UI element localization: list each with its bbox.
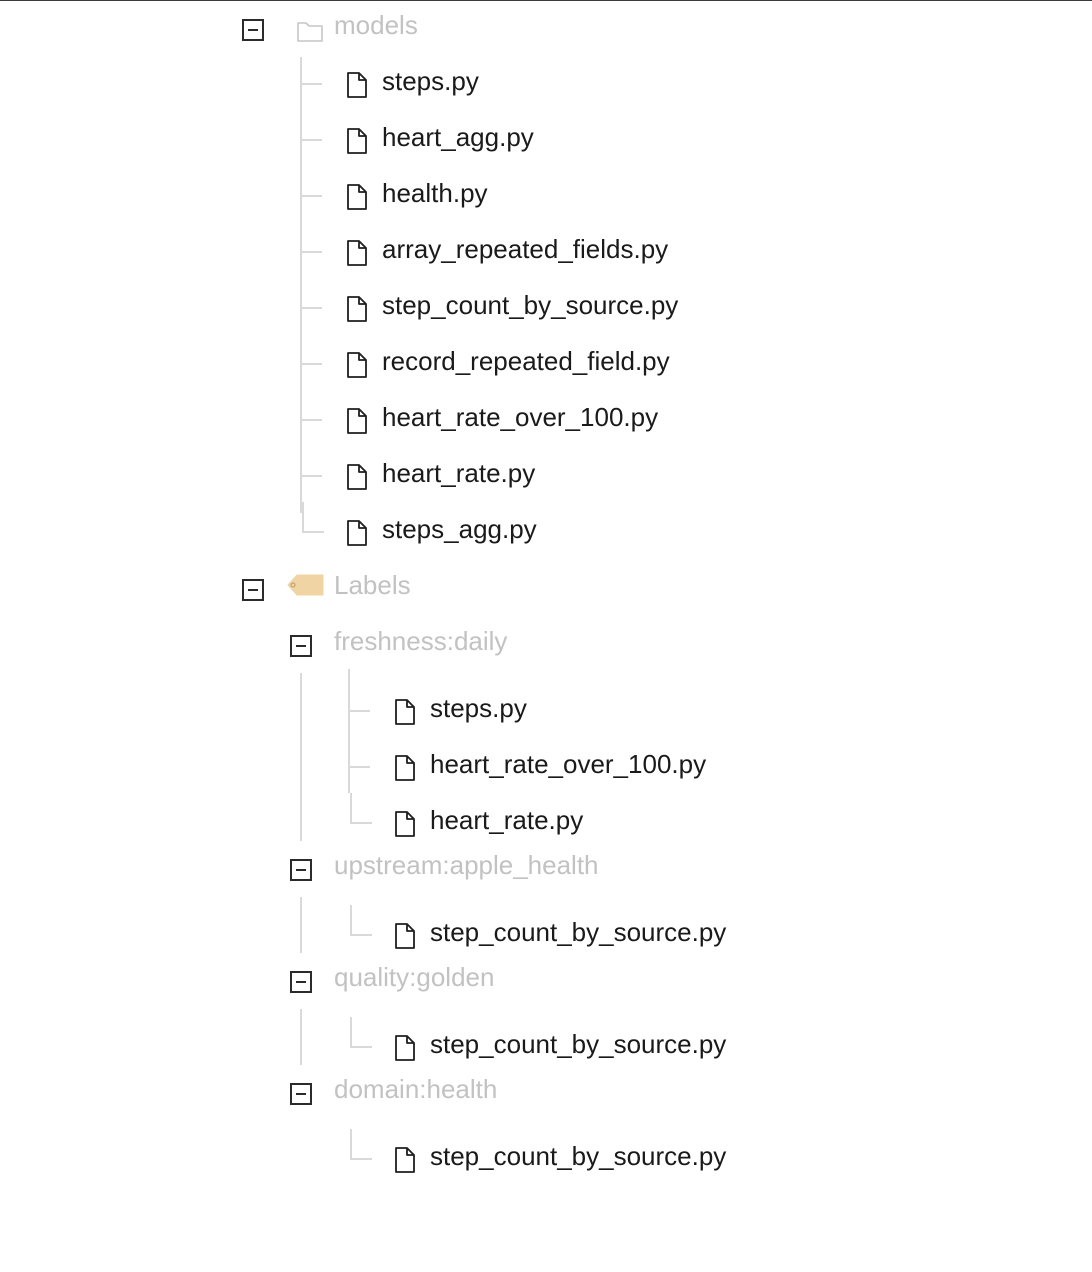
file-icon — [347, 464, 367, 490]
file-icon — [395, 755, 415, 781]
file-label[interactable]: step_count_by_source.py — [430, 1141, 726, 1171]
file-label[interactable]: record_repeated_field.py — [382, 346, 670, 376]
file-label[interactable]: heart_rate.py — [430, 805, 583, 835]
tree-elbow-connector — [350, 793, 372, 824]
file-item-freshness-daily-steps-py[interactable]: steps.py — [0, 683, 1092, 739]
label-group-collapse-toggle[interactable] — [290, 859, 312, 881]
file-item-models-heart-agg-py[interactable]: heart_agg.py — [0, 112, 1092, 168]
project-tree-panel: models steps.py heart_agg.py health.py arra… — [0, 0, 1092, 1272]
file-item-models-heart-rate-py[interactable]: heart_rate.py — [0, 448, 1092, 504]
file-icon — [347, 408, 367, 434]
tree-branch-connector — [302, 139, 322, 141]
tree-elbow-connector — [350, 905, 372, 936]
file-item-freshness-daily-heart-rate-py[interactable]: heart_rate.py — [0, 793, 1092, 851]
tree-branch-connector — [302, 419, 322, 421]
file-item-models-array-repeated-fields-py[interactable]: array_repeated_fields.py — [0, 224, 1092, 280]
tree-guide-line — [300, 1009, 302, 1065]
label-group-freshness-daily[interactable]: freshness:daily — [334, 626, 507, 656]
section-label-labels[interactable]: Labels — [334, 570, 411, 600]
labels-collapse-toggle[interactable] — [242, 579, 264, 601]
file-item-freshness-daily-heart-rate-over-100-py[interactable]: heart_rate_over_100.py — [0, 739, 1092, 795]
tree-branch-connector — [302, 251, 322, 253]
tree-branch-connector — [302, 307, 322, 309]
file-label[interactable]: steps.py — [382, 66, 479, 96]
file-icon — [347, 296, 367, 322]
label-group-domain-health[interactable]: domain:health — [334, 1074, 497, 1104]
file-label[interactable]: step_count_by_source.py — [382, 290, 678, 320]
file-item-models-steps-agg-py[interactable]: steps_agg.py — [0, 502, 1092, 560]
tree-elbow-connector — [350, 1129, 372, 1160]
file-icon — [395, 923, 415, 949]
label-group-collapse-toggle[interactable] — [290, 635, 312, 657]
file-item-models-steps-py[interactable]: steps.py — [0, 56, 1092, 112]
file-label[interactable]: steps.py — [430, 693, 527, 723]
file-icon — [395, 811, 415, 837]
file-item-domain-health-step-count-by-source-py[interactable]: step_count_by_source.py — [0, 1129, 1092, 1187]
tree-guide-line — [300, 673, 302, 841]
file-label[interactable]: heart_rate_over_100.py — [430, 749, 706, 779]
label-group-collapse-toggle[interactable] — [290, 971, 312, 993]
file-label[interactable]: heart_agg.py — [382, 122, 534, 152]
file-item-upstream-apple-health-step-count-by-source-py[interactable]: step_count_by_source.py — [0, 905, 1092, 963]
file-item-models-record-repeated-field-py[interactable]: record_repeated_field.py — [0, 336, 1092, 392]
file-item-models-step-count-by-source-py[interactable]: step_count_by_source.py — [0, 280, 1092, 336]
file-icon — [347, 184, 367, 210]
label-group-quality-golden[interactable]: quality:golden — [334, 962, 494, 992]
tree-branch-connector — [302, 195, 322, 197]
tree-branch-connector — [350, 710, 370, 712]
file-label[interactable]: heart_rate_over_100.py — [382, 402, 658, 432]
file-icon — [347, 128, 367, 154]
file-label[interactable]: step_count_by_source.py — [430, 1029, 726, 1059]
file-icon — [395, 1147, 415, 1173]
file-icon — [395, 699, 415, 725]
file-label[interactable]: array_repeated_fields.py — [382, 234, 668, 264]
tree-elbow-connector — [350, 1017, 372, 1048]
folder-icon — [297, 22, 323, 42]
tag-icon — [287, 574, 324, 596]
file-icon — [347, 240, 367, 266]
file-icon — [347, 352, 367, 378]
file-icon — [395, 1035, 415, 1061]
tree-branch-connector — [302, 83, 322, 85]
label-group-collapse-toggle[interactable] — [290, 1083, 312, 1105]
tree-branch-connector — [350, 766, 370, 768]
label-group-upstream-apple-health[interactable]: upstream:apple_health — [334, 850, 599, 880]
file-item-models-health-py[interactable]: health.py — [0, 168, 1092, 224]
file-label[interactable]: step_count_by_source.py — [430, 917, 726, 947]
tree-branch-connector — [302, 475, 322, 477]
file-label[interactable]: health.py — [382, 178, 488, 208]
file-item-quality-golden-step-count-by-source-py[interactable]: step_count_by_source.py — [0, 1017, 1092, 1075]
models-collapse-toggle[interactable] — [242, 19, 264, 41]
file-item-models-heart-rate-over-100-py[interactable]: heart_rate_over_100.py — [0, 392, 1092, 448]
file-label[interactable]: steps_agg.py — [382, 514, 537, 544]
file-label[interactable]: heart_rate.py — [382, 458, 535, 488]
file-icon — [347, 520, 367, 546]
folder-label-models[interactable]: models — [334, 10, 418, 40]
file-icon — [347, 72, 367, 98]
tree-elbow-connector — [302, 502, 324, 533]
tree-guide-line — [300, 897, 302, 953]
tree-branch-connector — [302, 363, 322, 365]
